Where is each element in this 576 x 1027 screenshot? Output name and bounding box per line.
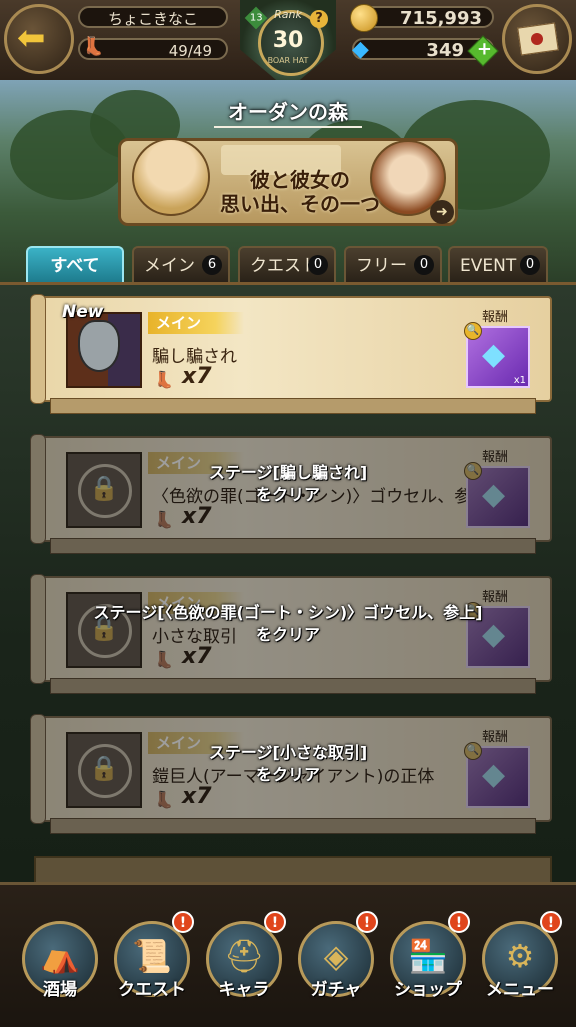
boot-icon: 👢 [154, 510, 174, 529]
tab-all[interactable]: すべて [26, 246, 124, 282]
nav-label: ガチャ [310, 980, 362, 1000]
nav-gacha-button[interactable]: ◈ ガチャ ! [294, 911, 380, 1007]
mask-icon [78, 320, 120, 372]
unlock-requirement-suffix: をクリア [255, 765, 320, 784]
alert-icon: ! [448, 911, 470, 933]
nav-shop-button[interactable]: 🏪 ショップ ! [386, 911, 472, 1007]
nav-menu-button[interactable]: ⚙ メニュー ! [478, 911, 564, 1007]
alert-icon: ! [264, 911, 286, 933]
unlock-requirement: ステージ[小さな取引] をクリア [0, 742, 576, 786]
quest-card[interactable]: New メイン 騙し騙され 👢 x7 報酬 🔍 ◆ x1 [30, 294, 552, 414]
quest-filter-tabs: すべて メイン 6 クエスト 0 フリー 0 EVENT 0 [0, 246, 576, 286]
scroll-edge [30, 294, 46, 404]
helmet-icon: ⛑ [223, 937, 265, 975]
reward-label: 報酬 [482, 310, 509, 325]
tab-label: フリー [356, 256, 407, 276]
stamina-cost: x7 [182, 364, 212, 389]
tab-label: メイン [144, 256, 195, 276]
alert-icon: ! [172, 911, 194, 933]
new-badge: New [62, 302, 104, 322]
character-portrait-left [132, 138, 210, 216]
tab-label: すべて [50, 256, 100, 276]
story-title: 彼と彼女の 思い出、その一つ [200, 168, 400, 216]
tab-count-badge: 0 [520, 255, 540, 275]
gem-icon: ◆ [352, 37, 369, 62]
tab-event[interactable]: EVENT 0 [448, 246, 548, 282]
gear-icon: ⚙ [505, 937, 535, 975]
tab-count-badge: 6 [202, 255, 222, 275]
shop-icon: 🏪 [408, 937, 448, 975]
wax-seal-icon [531, 33, 543, 45]
stamina-cost: x7 [182, 644, 212, 669]
reward-item[interactable]: 🔍 ◆ x1 [464, 322, 530, 388]
character-portrait [66, 312, 142, 388]
divider [214, 126, 362, 128]
unlock-requirement-stage: ステージ[小さな取引] [208, 743, 368, 762]
nav-character-button[interactable]: ⛑ キャラ ! [202, 911, 288, 1007]
tab-quest[interactable]: クエスト 0 [238, 246, 336, 282]
tab-count-badge: 0 [414, 255, 434, 275]
alert-icon: ! [540, 911, 562, 933]
rank-label: Rank [274, 8, 302, 21]
boot-icon: 👢 [154, 650, 174, 669]
alert-icon: ! [356, 911, 378, 933]
boot-icon: 👢 [154, 790, 174, 809]
unlock-requirement-suffix: をクリア [255, 625, 320, 644]
unlock-requirement-stage: ステージ[〈色欲の罪(ゴート・シン)〉ゴウセル、参上] [93, 603, 483, 622]
nav-quest-button[interactable]: 📜 クエスト ! [110, 911, 196, 1007]
tab-main[interactable]: メイン 6 [132, 246, 230, 282]
top-status-bar: ⬅ ちょこきなこ 49/49 👢 Rank 30 BOAR HAT 13 ? 7… [0, 0, 576, 90]
quest-type-tag: メイン [148, 312, 244, 334]
stamina-cost: x7 [182, 504, 212, 529]
unlock-requirement-suffix: をクリア [255, 485, 320, 504]
boot-icon: 👢 [82, 36, 105, 57]
arrow-right-icon[interactable]: ➜ [430, 200, 454, 224]
rank-subtitle: BOAR HAT [267, 56, 309, 65]
story-title-line2: 思い出、その一つ [220, 192, 380, 216]
tab-count-badge: 0 [308, 255, 328, 275]
stamina-cost: x7 [182, 784, 212, 809]
back-button[interactable]: ⬅ [4, 4, 74, 74]
reward-count: x1 [513, 375, 526, 386]
boot-icon: 👢 [154, 370, 174, 389]
back-arrow-icon: ⬅ [17, 18, 46, 58]
nav-label: メニュー [486, 980, 554, 1000]
nav-tavern-button[interactable]: ⛺ 酒場 [18, 917, 104, 1007]
gem-icon: ◆ [482, 337, 506, 372]
scroll-icon: 📜 [132, 937, 172, 975]
player-name: ちょこきなこ [78, 6, 228, 28]
rank-value: 30 [272, 28, 304, 53]
tab-label: EVENT [460, 256, 517, 276]
help-icon[interactable]: ? [310, 10, 328, 28]
nav-label: ショップ [394, 980, 462, 1000]
coin-icon [350, 4, 378, 32]
tavern-icon: ⛺ [40, 937, 80, 975]
bottom-navigation: ⛺ 酒場 📜 クエスト ! ⛑ キャラ ! ◈ ガチャ ! 🏪 ショップ ! ⚙… [0, 882, 576, 1027]
unlock-requirement: ステージ[〈色欲の罪(ゴート・シン)〉ゴウセル、参上] をクリア [0, 602, 576, 646]
magnifier-icon: 🔍 [464, 322, 482, 340]
nav-label: 酒場 [43, 980, 77, 1000]
tab-free[interactable]: フリー 0 [344, 246, 442, 282]
mail-button[interactable] [502, 4, 572, 74]
crystal-icon: ◈ [323, 937, 349, 975]
story-title-line1: 彼と彼女の [250, 168, 350, 192]
nav-label: クエスト [118, 980, 186, 1000]
nav-label: キャラ [218, 980, 270, 1000]
unlock-requirement-stage: ステージ[騙し騙され] [208, 463, 368, 482]
area-title: オーダンの森 [228, 100, 348, 124]
unlock-requirement: ステージ[騙し騙され] をクリア [0, 462, 576, 506]
